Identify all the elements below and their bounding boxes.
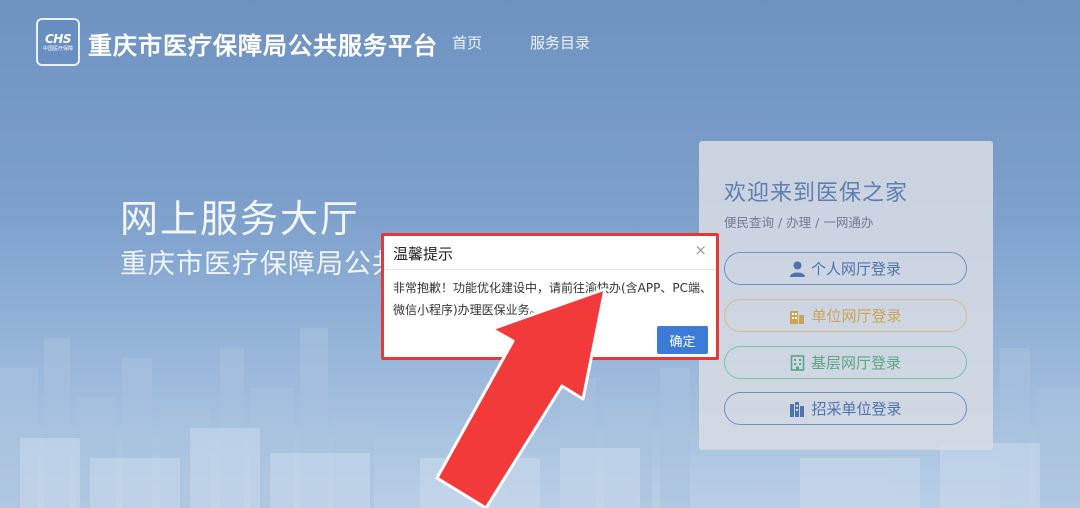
- dialog-header: 温馨提示 ×: [384, 236, 716, 270]
- site-title: 重庆市医疗保障局公共服务平台: [88, 32, 438, 60]
- nav-home-link[interactable]: 首页: [452, 32, 482, 53]
- base-login-button[interactable]: 基层网厅登录: [724, 346, 967, 379]
- personal-login-button[interactable]: 个人网厅登录: [724, 252, 967, 285]
- panel-title: 欢迎来到医保之家: [724, 181, 909, 206]
- building-icon: [789, 308, 805, 324]
- close-icon[interactable]: ×: [694, 242, 707, 258]
- person-icon: [789, 261, 805, 277]
- top-header: CHS 中国医疗保障 重庆市医疗保障局公共服务平台 首页 服务目录: [0, 0, 1080, 84]
- office-icon: [790, 354, 805, 371]
- confirm-button[interactable]: 确定: [657, 326, 708, 354]
- login-panel: 欢迎来到医保之家 便民查询 / 办理 / 一网通办 个人网厅登录 单位网厅登录 …: [699, 141, 993, 450]
- warehouse-icon: [789, 401, 805, 417]
- hero-subtitle: 重庆市医疗保障局公共: [120, 249, 382, 280]
- notice-dialog: 温馨提示 × 非常抱歉！功能优化建设中，请前往渝快办(含APP、PC端、微信小程…: [381, 233, 719, 360]
- nav-service-catalog-link[interactable]: 服务目录: [530, 32, 590, 53]
- logo-subtext: 中国医疗保障: [42, 45, 73, 52]
- procurement-login-button[interactable]: 招采单位登录: [724, 392, 967, 425]
- hero-title: 网上服务大厅: [120, 197, 361, 241]
- dialog-message: 非常抱歉！功能优化建设中，请前往渝快办(含APP、PC端、微信小程序)办理医保业…: [393, 281, 712, 317]
- dialog-title: 温馨提示: [393, 245, 454, 263]
- base-login-label: 基层网厅登录: [810, 354, 901, 372]
- personal-login-label: 个人网厅登录: [810, 260, 901, 278]
- procurement-login-label: 招采单位登录: [811, 400, 902, 418]
- panel-subtitle: 便民查询 / 办理 / 一网通办: [724, 215, 874, 230]
- chs-logo[interactable]: CHS 中国医疗保障: [36, 18, 80, 66]
- unit-login-button[interactable]: 单位网厅登录: [724, 299, 967, 332]
- logo-mark: CHS: [45, 31, 72, 46]
- unit-login-label: 单位网厅登录: [811, 307, 902, 325]
